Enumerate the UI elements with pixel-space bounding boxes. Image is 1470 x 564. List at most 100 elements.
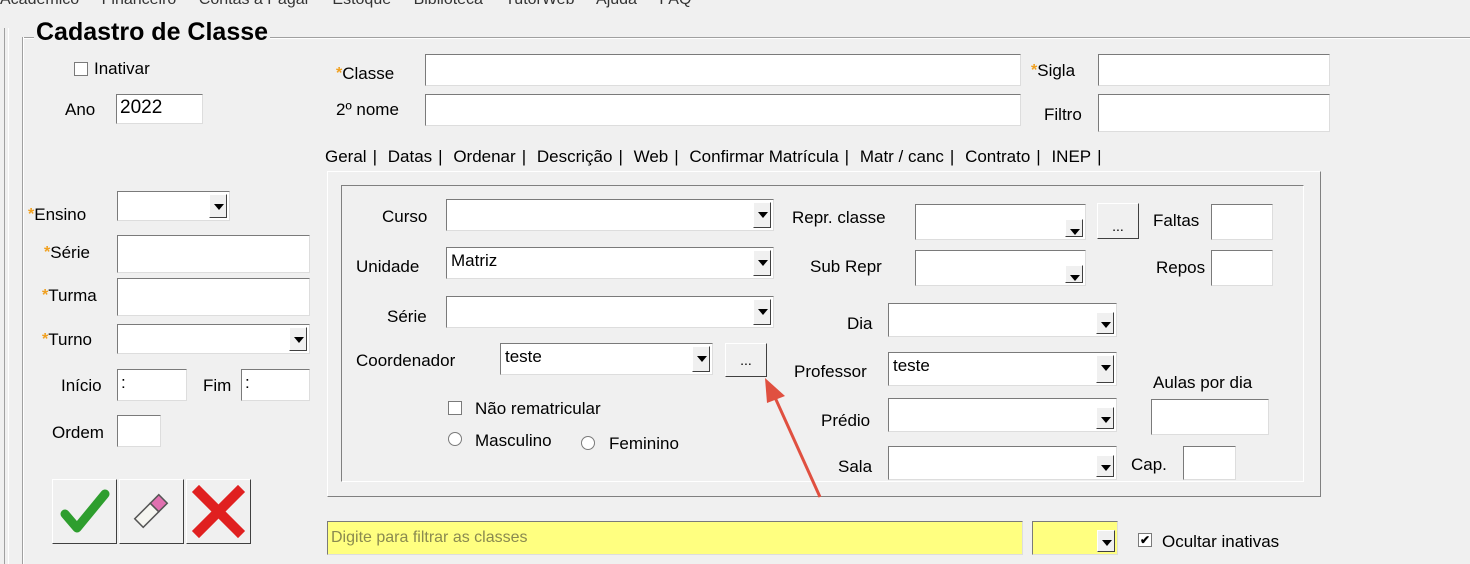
ano-input[interactable]: 2022 <box>116 94 203 124</box>
ordem-label: Ordem <box>52 423 104 442</box>
turma-label: *Turma <box>42 286 97 305</box>
menu-ajuda[interactable]: Ajuda <box>596 0 637 8</box>
serie-input[interactable] <box>117 235 310 273</box>
chevron-down-icon[interactable] <box>1096 455 1114 477</box>
chevron-down-icon[interactable] <box>753 202 771 228</box>
chevron-down-icon[interactable] <box>1096 312 1114 334</box>
x-icon <box>191 484 246 539</box>
coordenador-select[interactable]: teste <box>500 343 713 375</box>
cancel-button[interactable] <box>186 479 251 544</box>
repos-label: Repos <box>1156 258 1206 277</box>
curso-select[interactable] <box>446 199 774 231</box>
aulas-por-dia-input[interactable] <box>1151 399 1269 435</box>
repr-classe-label: Repr. classe <box>792 208 886 227</box>
cap-input[interactable] <box>1183 446 1236 480</box>
group-frame-left <box>22 37 24 564</box>
classe-input[interactable] <box>425 54 1021 86</box>
unidade-value: Matriz <box>451 251 498 270</box>
menu-estoque[interactable]: Estoque <box>332 0 391 8</box>
dia-select[interactable] <box>888 303 1117 337</box>
sala-select[interactable] <box>888 446 1117 480</box>
chevron-down-icon[interactable] <box>1096 355 1114 383</box>
tab-confirmar-matricula[interactable]: Confirmar Matrícula <box>689 147 838 166</box>
chevron-down-icon[interactable] <box>1065 265 1083 283</box>
tab-datas[interactable]: Datas <box>388 147 432 166</box>
save-button[interactable] <box>52 479 117 544</box>
turno-select[interactable] <box>117 324 310 354</box>
masculino-radio[interactable] <box>448 432 462 446</box>
tab-descricao[interactable]: Descrição <box>537 147 613 166</box>
chevron-down-icon[interactable] <box>1096 407 1114 429</box>
menu-financeiro[interactable]: Financeiro <box>102 0 177 8</box>
menu-tutorweb[interactable]: TutorWeb <box>505 0 574 8</box>
classe-label: *Classe <box>336 64 395 83</box>
professor-select[interactable]: teste <box>888 352 1117 386</box>
segundo-nome-input[interactable] <box>425 94 1021 126</box>
chevron-down-icon[interactable] <box>753 299 771 325</box>
geral-serie-select[interactable] <box>446 296 774 328</box>
chevron-down-icon[interactable] <box>692 346 710 372</box>
fim-label: Fim <box>203 376 232 395</box>
inicio-label: Início <box>61 376 102 395</box>
geral-serie-label: Série <box>387 307 427 326</box>
coordenador-ellipsis-button[interactable]: ... <box>725 343 767 377</box>
ocultar-inativas-checkbox[interactable]: ✔ <box>1138 533 1152 547</box>
tab-geral[interactable]: Geral <box>325 147 367 166</box>
coordenador-value: teste <box>505 347 542 366</box>
menu-contas-a-pagar[interactable]: Contas a Pagar <box>199 0 310 8</box>
filter-select[interactable] <box>1032 521 1118 555</box>
clear-button[interactable] <box>119 479 184 544</box>
tab-ordenar[interactable]: Ordenar <box>453 147 515 166</box>
segundo-nome-label: 2º nome <box>336 100 399 119</box>
predio-select[interactable] <box>888 398 1117 432</box>
nao-rematricular-checkbox[interactable] <box>448 401 462 415</box>
chevron-down-icon[interactable] <box>289 327 307 351</box>
repr-classe-select[interactable] <box>915 204 1086 240</box>
coordenador-label: Coordenador <box>356 351 456 370</box>
ensino-select[interactable] <box>117 191 230 221</box>
dia-label: Dia <box>847 314 873 333</box>
annotation-arrow-icon <box>765 378 822 498</box>
tab-web[interactable]: Web <box>634 147 669 166</box>
filtro-label: Filtro <box>1044 105 1082 124</box>
unidade-label: Unidade <box>356 257 420 276</box>
class-filter-input[interactable]: Digite para filtrar as classes <box>327 521 1023 555</box>
professor-value: teste <box>893 356 930 375</box>
tab-matr-canc[interactable]: Matr / canc <box>860 147 944 166</box>
chevron-down-icon[interactable] <box>209 194 227 218</box>
filtro-input[interactable] <box>1098 94 1330 132</box>
form-title: Cadastro de Classe <box>34 18 271 47</box>
menu-biblioteca[interactable]: Biblioteca <box>414 0 483 8</box>
masculino-label: Masculino <box>475 431 552 450</box>
ensino-label: *Ensino <box>28 205 87 224</box>
feminino-label: Feminino <box>609 434 679 453</box>
tab-inep[interactable]: INEP <box>1051 147 1091 166</box>
unidade-select[interactable]: Matriz <box>446 247 774 279</box>
chevron-down-icon[interactable] <box>1065 219 1083 237</box>
ordem-input[interactable] <box>117 415 161 447</box>
inativar-label: Inativar <box>94 59 150 78</box>
nao-rematricular-label: Não rematricular <box>475 399 601 418</box>
menu-academico[interactable]: Acadêmico <box>0 0 79 8</box>
eraser-icon <box>133 493 169 529</box>
sigla-label: *Sigla <box>1031 61 1076 80</box>
ocultar-inativas-label: Ocultar inativas <box>1162 532 1280 551</box>
turma-input[interactable] <box>117 278 310 316</box>
sub-repr-select[interactable] <box>915 250 1086 286</box>
aulas-por-dia-label: Aulas por dia <box>1153 373 1253 392</box>
repr-classe-ellipsis-button[interactable]: ... <box>1097 203 1139 239</box>
turno-label: *Turno <box>42 330 93 349</box>
fim-input[interactable]: : <box>241 369 310 401</box>
menu-bar: Acadêmico Financeiro Contas a Pagar Esto… <box>0 0 709 11</box>
menu-faq[interactable]: FAQ <box>659 0 691 8</box>
inicio-input[interactable]: : <box>117 369 187 401</box>
curso-label: Curso <box>382 207 428 226</box>
faltas-input[interactable] <box>1211 204 1273 240</box>
chevron-down-icon[interactable] <box>1097 530 1115 552</box>
repos-input[interactable] <box>1211 250 1273 286</box>
chevron-down-icon[interactable] <box>753 250 771 276</box>
tab-contrato[interactable]: Contrato <box>965 147 1030 166</box>
sigla-input[interactable] <box>1098 54 1330 86</box>
feminino-radio[interactable] <box>581 436 595 450</box>
inativar-checkbox[interactable] <box>74 62 88 76</box>
